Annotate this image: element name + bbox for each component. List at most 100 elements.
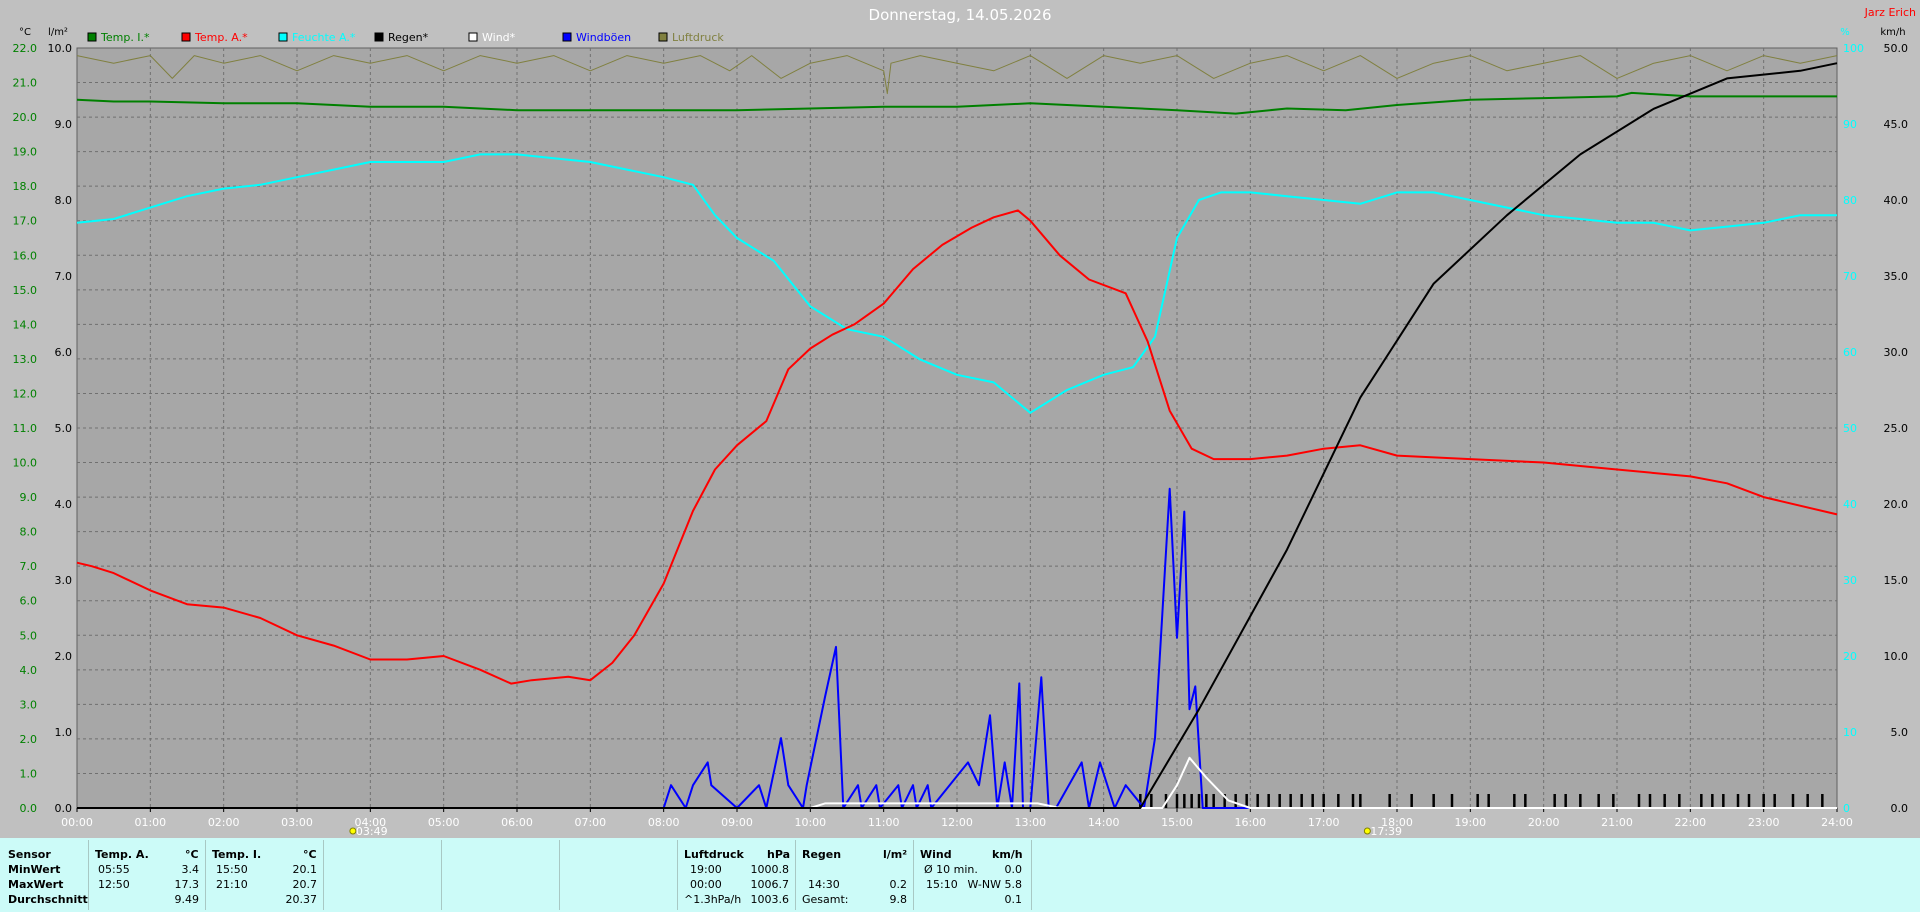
humidity-tick-label: 100 [1843,42,1864,55]
rain-max-time: 14:30 [808,878,840,891]
humidity-tick-label: 90 [1843,118,1857,131]
x-tick-label: 21:00 [1601,816,1633,829]
rain-tick-label: 1.0 [55,726,73,739]
humidity-tick-label: 60 [1843,346,1857,359]
temp-i-title: Temp. I. [212,848,262,861]
legend-label: Wind* [482,31,516,44]
pressure-max-value: 1006.7 [750,878,790,891]
temp-a-unit: °C [185,848,199,861]
x-tick-label: 16:00 [1234,816,1266,829]
temp-tick-label: 2.0 [20,733,38,746]
rain-tick-label: 9.0 [55,118,73,131]
x-tick-label: 15:00 [1161,816,1193,829]
weather-chart: Donnerstag, 14.05.2026 Jarz Erich °C l/m… [13,6,1917,838]
x-tick-label: 12:00 [941,816,973,829]
temp-tick-label: 10.0 [13,457,38,470]
temp-a-title: Temp. A. [95,848,149,861]
rain-total-label: Gesamt: [802,893,849,906]
rain-tick-label: 8.0 [55,194,73,207]
temp-a-avg-value: 9.49 [174,893,200,906]
humidity-tick-label: 20 [1843,650,1857,663]
temp-tick-label: 11.0 [13,422,38,435]
sunset-label: 17:39 [1370,825,1402,838]
pressure-title: Luftdruck [684,848,744,861]
temp-tick-label: 12.0 [13,387,38,400]
legend-label: Luftdruck [672,31,724,44]
legend-swatch [562,32,572,42]
x-tick-label: 14:00 [1088,816,1120,829]
legend-label: Windböen [576,31,631,44]
right-wind-unit: km/h [1880,27,1905,38]
stats-max-label: MaxWert [8,878,64,891]
legend-swatch [468,32,478,42]
temp-i-avg-value: 20.37 [285,893,318,906]
temp-tick-label: 1.0 [20,767,38,780]
pressure-max-time: 00:00 [690,878,722,891]
temp-i-min-time: 15:50 [216,863,248,876]
temp-i-unit: °C [303,848,317,861]
humidity-tick-label: 70 [1843,270,1857,283]
rain-total-value: 9.8 [889,893,908,906]
wind-tick-label: 20.0 [1884,498,1909,511]
pressure-min-value: 1000.8 [750,863,790,876]
legend-label: Feuchte A.* [292,31,356,44]
temp-tick-label: 9.0 [20,491,38,504]
temp-i-min-value: 20.1 [292,863,318,876]
humidity-tick-label: 50 [1843,422,1857,435]
wind-title: Wind [920,848,952,861]
temp-tick-label: 21.0 [13,77,38,90]
rain-tick-label: 3.0 [55,574,73,587]
humidity-tick-label: 80 [1843,194,1857,207]
left-temp-unit: °C [19,27,31,38]
right-pct-unit: % [1840,27,1850,38]
x-tick-label: 19:00 [1454,816,1486,829]
x-tick-label: 02:00 [208,816,240,829]
pressure-trend-value: 1003.6 [750,893,790,906]
x-tick-label: 05:00 [428,816,460,829]
sunrise-label: 03:49 [356,825,388,838]
legend: Temp. I.* Temp. A.* Feuchte A.* Regen* Wind*… [87,31,724,44]
legend-swatch [181,32,191,42]
temp-tick-label: 4.0 [20,664,38,677]
wind-tick-label: 40.0 [1884,194,1909,207]
temp-i-max-time: 21:10 [216,878,248,891]
x-tick-label: 23:00 [1748,816,1780,829]
x-tick-label: 08:00 [648,816,680,829]
rain-tick-label: 4.0 [55,498,73,511]
rain-tick-label: 7.0 [55,270,73,283]
rain-max-value: 0.2 [889,878,908,891]
wind-tick-label: 5.0 [1891,726,1909,739]
temp-tick-label: 13.0 [13,353,38,366]
humidity-tick-label: 40 [1843,498,1857,511]
wind-max-value: W-NW 5.8 [967,878,1023,891]
x-tick-label: 00:00 [61,816,93,829]
rain-tick-label: 5.0 [55,422,73,435]
wind-tick-label: 0.0 [1891,802,1909,815]
x-tick-label: 22:00 [1674,816,1706,829]
pressure-unit: hPa [767,848,791,861]
rain-tick-label: 0.0 [55,802,73,815]
x-tick-label: 11:00 [868,816,900,829]
rain-unit: l/m² [883,848,908,861]
rain-tick-label: 10.0 [48,42,73,55]
temp-a-min-value: 3.4 [181,863,200,876]
temp-tick-label: 3.0 [20,698,38,711]
x-tick-label: 06:00 [501,816,533,829]
temp-i-max-value: 20.7 [292,878,318,891]
wind-unit: km/h [992,848,1023,861]
x-tick-label: 01:00 [134,816,166,829]
wind-tick-label: 30.0 [1884,346,1909,359]
temp-tick-label: 19.0 [13,146,38,159]
stats-avg-label: Durchschnitt [8,893,88,906]
temp-tick-label: 17.0 [13,215,38,228]
wind-tick-label: 15.0 [1884,574,1909,587]
rain-title: Regen [802,848,842,861]
temp-a-max-value: 17.3 [174,878,200,891]
temp-tick-label: 20.0 [13,111,38,124]
temp-tick-label: 7.0 [20,560,38,573]
stats-sensor-label: Sensor [8,848,51,861]
temp-tick-label: 22.0 [13,42,38,55]
rain-tick-label: 6.0 [55,346,73,359]
legend-label: Temp. A.* [194,31,248,44]
x-tick-label: 09:00 [721,816,753,829]
